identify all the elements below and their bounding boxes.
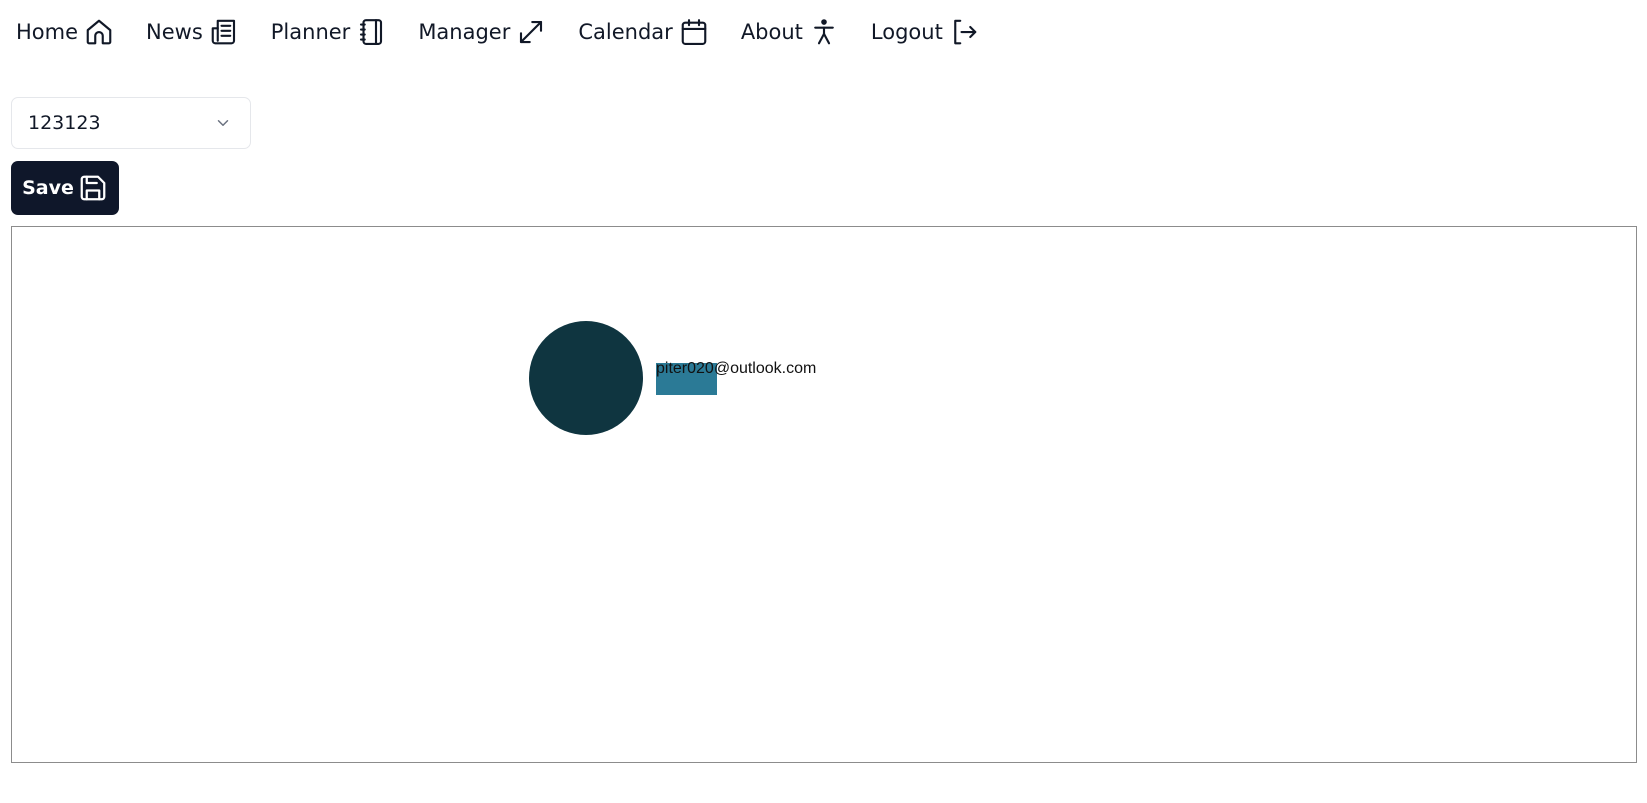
nav-item-logout[interactable]: Logout (871, 17, 979, 47)
nav-label-logout: Logout (870, 20, 943, 44)
nav-item-calendar[interactable]: Calendar (578, 17, 708, 47)
home-icon (84, 17, 114, 47)
calendar-icon (679, 17, 709, 47)
select-value: 123123 (28, 112, 101, 134)
nav-item-about[interactable]: About (741, 17, 839, 47)
nav-item-planner[interactable]: Planner (271, 17, 387, 47)
nav-label-calendar: Calendar (578, 20, 673, 44)
nav-item-manager[interactable]: Manager (418, 17, 546, 47)
chevron-down-icon (214, 114, 232, 132)
save-icon (78, 173, 108, 203)
top-nav: Home News Planner Manager Calendar About (16, 14, 1011, 50)
save-button-label: Save (22, 177, 74, 199)
notebook-icon (356, 17, 386, 47)
graph-node[interactable] (529, 321, 643, 435)
nav-label-planner: Planner (270, 20, 351, 44)
nav-label-manager: Manager (418, 20, 511, 44)
accessibility-icon (809, 17, 839, 47)
nav-item-news[interactable]: News (146, 17, 239, 47)
nav-item-home[interactable]: Home (16, 17, 114, 47)
logout-icon (949, 17, 979, 47)
nav-label-about: About (740, 20, 803, 44)
expand-arrows-icon (516, 17, 546, 47)
nav-label-news: News (146, 20, 203, 44)
newspaper-icon (209, 17, 239, 47)
graph-node-label-wrap[interactable]: piter020@outlook.com (656, 359, 816, 395)
graph-canvas[interactable]: piter020@outlook.com (11, 226, 1637, 763)
graph-select[interactable]: 123123 (11, 97, 251, 149)
save-button[interactable]: Save (11, 161, 119, 215)
nav-label-home: Home (16, 20, 79, 44)
graph-node-label: piter020@outlook.com (656, 360, 817, 377)
